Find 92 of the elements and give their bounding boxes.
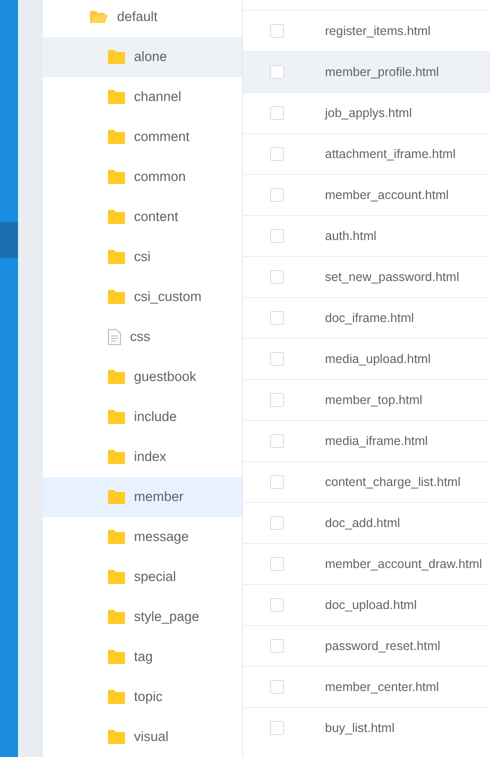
file-name: member_top.html bbox=[325, 392, 422, 409]
file-row[interactable]: buy_list.html bbox=[243, 707, 490, 748]
checkbox[interactable] bbox=[270, 311, 284, 325]
file-row[interactable]: member_account_draw.html bbox=[243, 543, 490, 584]
file-name: doc_add.html bbox=[325, 514, 400, 532]
folder-icon bbox=[108, 650, 125, 664]
tree-item[interactable]: index bbox=[43, 437, 242, 477]
checkbox[interactable] bbox=[270, 65, 284, 79]
folder-icon bbox=[108, 730, 125, 744]
file-row[interactable]: auth.html bbox=[243, 215, 490, 256]
file-row[interactable]: doc_upload.html bbox=[243, 584, 490, 625]
folder-icon bbox=[108, 130, 125, 144]
checkbox[interactable] bbox=[270, 24, 284, 38]
tree-item[interactable]: comment bbox=[43, 117, 242, 157]
tree-item[interactable]: visual bbox=[43, 717, 242, 757]
file-name: set_new_password.html bbox=[325, 268, 460, 286]
file-row[interactable]: doc_add.html bbox=[243, 502, 490, 543]
tree-item[interactable]: alone bbox=[43, 37, 242, 77]
tree-item[interactable]: csi_custom bbox=[43, 277, 242, 317]
checkbox[interactable] bbox=[270, 352, 284, 366]
file-name: attachment_iframe.html bbox=[325, 146, 456, 163]
file-row[interactable]: member_center.html bbox=[243, 666, 490, 707]
tree-item[interactable]: css bbox=[43, 317, 242, 357]
tree-item[interactable]: special bbox=[43, 557, 242, 597]
folder-icon bbox=[108, 690, 125, 704]
folder-icon bbox=[108, 290, 125, 304]
file-name: job_applys.html bbox=[325, 104, 412, 122]
checkbox[interactable] bbox=[270, 393, 284, 407]
checkbox[interactable] bbox=[270, 639, 284, 653]
tree-item[interactable]: content bbox=[43, 197, 242, 237]
checkbox[interactable] bbox=[270, 557, 284, 571]
file-name: member_profile.html bbox=[325, 64, 439, 81]
folder-icon bbox=[90, 10, 108, 24]
checkbox[interactable] bbox=[270, 147, 284, 161]
folder-icon bbox=[108, 450, 125, 464]
file-name: buy_list.html bbox=[325, 720, 394, 737]
file-name: member_account_draw.html bbox=[325, 556, 482, 573]
checkbox[interactable] bbox=[270, 188, 284, 202]
tree-item[interactable]: topic bbox=[43, 677, 242, 717]
folder-icon bbox=[108, 490, 125, 504]
tree-item[interactable]: guestbook bbox=[43, 357, 242, 397]
file-name: content_charge_list.html bbox=[325, 474, 460, 491]
folder-icon bbox=[108, 210, 125, 224]
file-row[interactable]: content_charge_list.html bbox=[243, 461, 490, 502]
file-row[interactable]: member_top.html bbox=[243, 379, 490, 420]
folder-icon bbox=[108, 90, 125, 104]
file-name: media_upload.html bbox=[325, 350, 431, 368]
tree-item[interactable]: default bbox=[43, 0, 242, 37]
file-name: password_reset.html bbox=[325, 638, 440, 655]
folder-icon bbox=[108, 610, 125, 624]
checkbox[interactable] bbox=[270, 721, 284, 735]
sidebar-highlight bbox=[0, 222, 18, 258]
checkbox[interactable] bbox=[270, 598, 284, 612]
folder-icon bbox=[108, 370, 125, 384]
file-row[interactable]: member_profile.html bbox=[243, 51, 490, 92]
file-row[interactable]: media_upload.html bbox=[243, 338, 490, 379]
file-row[interactable]: attachment_iframe.html bbox=[243, 133, 490, 174]
checkbox[interactable] bbox=[270, 680, 284, 694]
file-name: doc_iframe.html bbox=[325, 310, 414, 327]
file-name: media_iframe.html bbox=[325, 432, 428, 450]
tree-item[interactable]: style_page bbox=[43, 597, 242, 637]
file-name: register_items.html bbox=[325, 22, 431, 40]
file-row[interactable]: job_applys.html bbox=[243, 92, 490, 133]
tree-item[interactable]: message bbox=[43, 517, 242, 557]
checkbox[interactable] bbox=[270, 106, 284, 120]
file-icon bbox=[108, 329, 121, 345]
folder-icon bbox=[108, 530, 125, 544]
folder-icon bbox=[108, 50, 125, 64]
tree-item[interactable]: member bbox=[43, 477, 242, 517]
folder-icon bbox=[108, 170, 125, 184]
file-name: member_center.html bbox=[325, 678, 439, 696]
file-row[interactable]: set_new_password.html bbox=[243, 256, 490, 297]
file-row[interactable]: doc_iframe.html bbox=[243, 297, 490, 338]
tree-item[interactable]: channel bbox=[43, 77, 242, 117]
checkbox[interactable] bbox=[270, 270, 284, 284]
file-row[interactable]: password_reset.html bbox=[243, 625, 490, 666]
tree-item[interactable]: common bbox=[43, 157, 242, 197]
checkbox[interactable] bbox=[270, 434, 284, 448]
file-name: doc_upload.html bbox=[325, 596, 417, 614]
checkbox[interactable] bbox=[270, 229, 284, 243]
file-row[interactable]: member_account.html bbox=[243, 174, 490, 215]
tree-item[interactable]: csi bbox=[43, 237, 242, 277]
folder-icon bbox=[108, 250, 125, 264]
file-row[interactable]: media_iframe.html bbox=[243, 420, 490, 461]
checkbox[interactable] bbox=[270, 475, 284, 489]
checkbox[interactable] bbox=[270, 516, 284, 530]
tree-item[interactable]: tag bbox=[43, 637, 242, 677]
folder-icon bbox=[108, 570, 125, 584]
folder-icon bbox=[108, 410, 125, 424]
file-name: member_account.html bbox=[325, 186, 449, 204]
file-name: auth.html bbox=[325, 228, 376, 245]
tree-item[interactable]: include bbox=[43, 397, 242, 437]
